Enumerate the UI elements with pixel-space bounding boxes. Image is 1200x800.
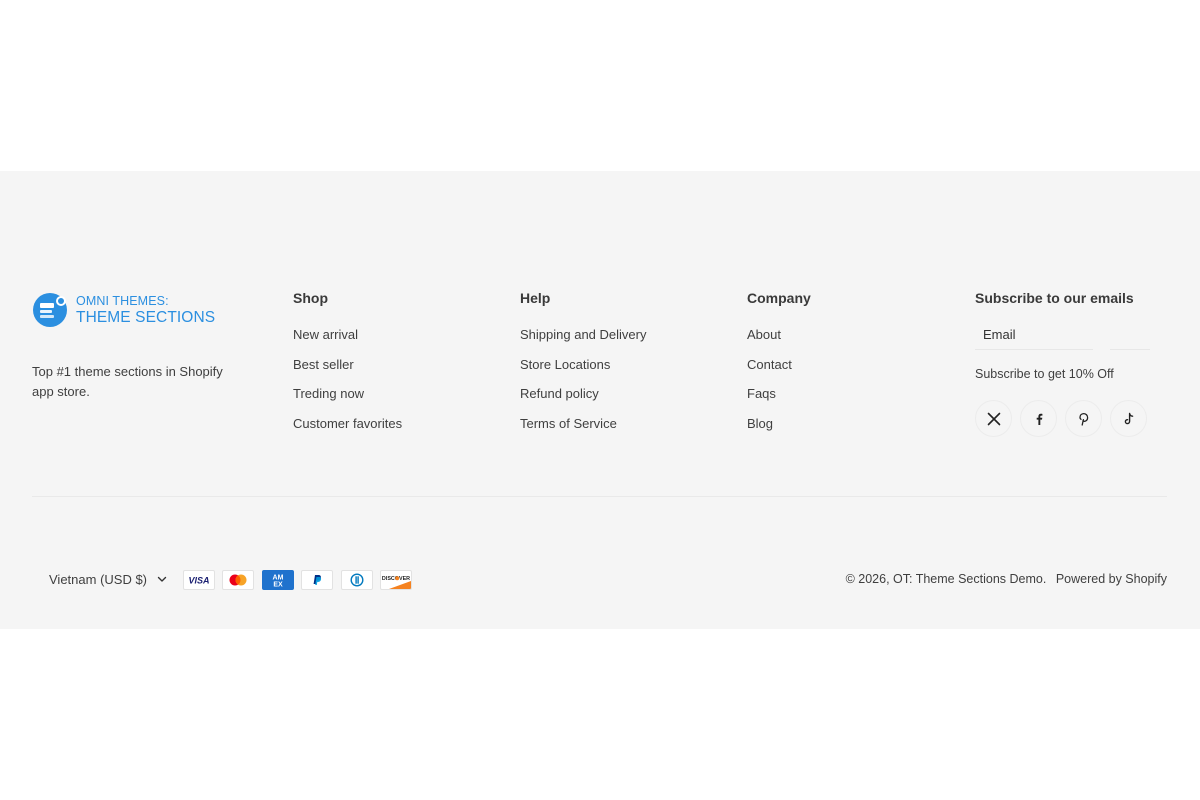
column-title-shop: Shop xyxy=(293,290,328,306)
footer-column-shop: Shop New arrival Best seller Treding now… xyxy=(293,290,402,446)
shop-links: New arrival Best seller Treding now Cust… xyxy=(293,327,402,432)
link-faqs[interactable]: Faqs xyxy=(747,386,811,402)
company-links: About Contact Faqs Blog xyxy=(747,327,811,432)
email-form xyxy=(975,320,1167,350)
link-new-arrival[interactable]: New arrival xyxy=(293,327,402,343)
newsletter-signup: Subscribe to our emails Subscribe to get… xyxy=(975,290,1167,437)
omni-themes-logo-icon xyxy=(32,292,68,328)
x-social-link[interactable] xyxy=(975,400,1012,437)
column-title-company: Company xyxy=(747,290,811,306)
email-input[interactable] xyxy=(975,320,1093,350)
footer-brand: OMNI THEMES: THEME SECTIONS Top #1 theme… xyxy=(32,292,262,401)
footer-divider xyxy=(32,496,1167,497)
link-customer-favorites[interactable]: Customer favorites xyxy=(293,416,402,432)
site-footer: OMNI THEMES: THEME SECTIONS Top #1 theme… xyxy=(0,171,1200,629)
logo-line2: THEME SECTIONS xyxy=(76,309,216,326)
facebook-icon xyxy=(1036,413,1042,425)
tiktok-icon xyxy=(1124,412,1133,424)
locale-label: Vietnam (USD $) xyxy=(49,571,148,587)
link-shipping-delivery[interactable]: Shipping and Delivery xyxy=(520,327,646,343)
link-store-locations[interactable]: Store Locations xyxy=(520,357,646,373)
svg-text:VISA: VISA xyxy=(188,576,209,586)
payment-methods: VISA AM EX xyxy=(183,570,419,590)
svg-text:EX: EX xyxy=(273,582,283,589)
x-icon xyxy=(987,412,1000,425)
logo-line1: OMNI THEMES: xyxy=(76,293,169,308)
powered-by-shopify[interactable]: Powered by Shopify xyxy=(1056,572,1167,586)
link-best-seller[interactable]: Best seller xyxy=(293,357,402,373)
column-title-help: Help xyxy=(520,290,551,306)
mastercard-icon xyxy=(222,570,255,590)
pinterest-social-link[interactable] xyxy=(1065,400,1102,437)
link-terms-of-service[interactable]: Terms of Service xyxy=(520,416,646,432)
link-about[interactable]: About xyxy=(747,327,811,343)
discover-icon: DISCOVER xyxy=(379,570,412,590)
social-links xyxy=(975,400,1167,437)
link-refund-policy[interactable]: Refund policy xyxy=(520,386,646,402)
subscribe-button[interactable] xyxy=(1110,320,1150,350)
country-currency-selector[interactable]: Vietnam (USD $) xyxy=(49,570,168,588)
footer-column-help: Help Shipping and Delivery Store Locatio… xyxy=(520,290,646,446)
pinterest-icon xyxy=(1078,412,1088,426)
diners-club-icon xyxy=(340,570,373,590)
link-blog[interactable]: Blog xyxy=(747,416,811,432)
tiktok-social-link[interactable] xyxy=(1110,400,1147,437)
brand-description: Top #1 theme sections in Shopify app sto… xyxy=(32,364,223,399)
svg-text:AM: AM xyxy=(272,575,283,582)
logo[interactable]: OMNI THEMES: THEME SECTIONS xyxy=(32,292,262,328)
link-contact[interactable]: Contact xyxy=(747,357,811,373)
subscribe-note: Subscribe to get 10% Off xyxy=(975,367,1114,381)
amex-icon: AM EX xyxy=(261,570,294,590)
help-links: Shipping and Delivery Store Locations Re… xyxy=(520,327,646,432)
subscribe-title: Subscribe to our emails xyxy=(975,290,1134,306)
facebook-social-link[interactable] xyxy=(1020,400,1057,437)
footer-column-company: Company About Contact Faqs Blog xyxy=(747,290,811,446)
chevron-down-icon xyxy=(157,576,167,582)
link-trending-now[interactable]: Treding now xyxy=(293,386,402,402)
logo-text: OMNI THEMES: THEME SECTIONS xyxy=(76,293,216,326)
copyright-text[interactable]: © 2026, OT: Theme Sections Demo. xyxy=(846,572,1047,586)
copyright-bar: © 2026, OT: Theme Sections Demo. Powered… xyxy=(846,572,1167,586)
paypal-icon xyxy=(301,570,334,590)
visa-icon: VISA xyxy=(183,570,215,590)
